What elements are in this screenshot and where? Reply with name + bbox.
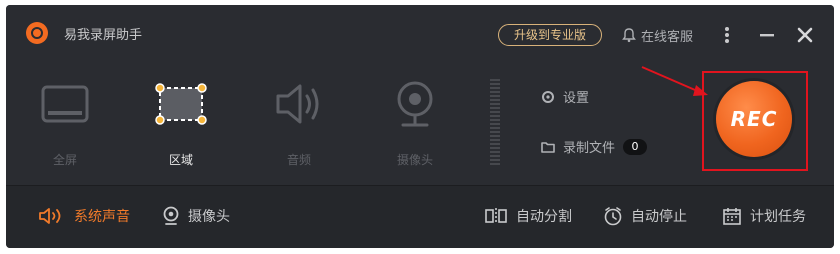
- app-logo-icon: [26, 22, 48, 44]
- app-title: 易我录屏助手: [64, 28, 143, 43]
- more-icon[interactable]: [720, 25, 734, 45]
- settings-label: 设置: [563, 91, 590, 106]
- folder-icon: [541, 141, 555, 153]
- recordings-label: 录制文件: [563, 141, 616, 156]
- auto-stop-label: 自动停止: [631, 209, 687, 225]
- audio-level-meter: [490, 79, 500, 165]
- recordings-button[interactable]: 录制文件 0: [541, 137, 648, 156]
- auto-split-button[interactable]: 自动分割: [484, 206, 572, 226]
- main-panel: 全屏 区域 音频 摄像头 设置 录制文件 0 REC: [6, 57, 834, 185]
- bottom-bar: 系统声音 摄像头 自动分割 自动停止 计划任务: [6, 185, 834, 248]
- settings-button[interactable]: 设置: [541, 87, 589, 106]
- speaker-icon: [39, 208, 61, 224]
- calendar-icon: [723, 208, 741, 225]
- region-select-icon: [155, 83, 207, 125]
- mode-fullscreen-label: 全屏: [52, 153, 77, 167]
- mode-webcam[interactable]: 摄像头: [370, 73, 460, 168]
- mode-webcam-label: 摄像头: [396, 153, 433, 167]
- bell-icon: [622, 28, 636, 43]
- gear-icon: [542, 90, 554, 103]
- upgrade-button[interactable]: 升级到专业版: [498, 24, 602, 46]
- schedule-label: 计划任务: [750, 209, 806, 225]
- online-support-button[interactable]: 在线客服: [621, 24, 693, 46]
- mode-region[interactable]: 区域: [136, 73, 226, 168]
- webcam-label: 摄像头: [188, 209, 230, 225]
- speaker-icon: [276, 84, 319, 124]
- mode-audio-label: 音频: [286, 153, 311, 167]
- auto-split-label: 自动分割: [516, 209, 572, 225]
- clock-icon: [604, 207, 622, 226]
- recordings-count-badge: 0: [623, 138, 648, 155]
- online-support-label: 在线客服: [641, 29, 694, 45]
- split-icon: [485, 208, 507, 224]
- minimize-icon[interactable]: [758, 25, 776, 45]
- system-sound-toggle[interactable]: 系统声音: [38, 206, 130, 226]
- close-icon[interactable]: [796, 25, 814, 45]
- title-bar: 易我录屏助手 升级到专业版 在线客服: [6, 5, 834, 57]
- mode-audio[interactable]: 音频: [254, 73, 344, 168]
- auto-stop-button[interactable]: 自动停止: [603, 206, 687, 226]
- mode-fullscreen[interactable]: 全屏: [20, 73, 110, 168]
- webcam-icon: [163, 206, 179, 225]
- webcam-icon: [397, 81, 433, 127]
- record-button[interactable]: REC: [716, 81, 792, 157]
- webcam-toggle[interactable]: 摄像头: [162, 206, 230, 226]
- system-sound-label: 系统声音: [74, 209, 130, 225]
- mode-region-label: 区域: [168, 153, 193, 167]
- app-window: 易我录屏助手 升级到专业版 在线客服 全屏 区域 音频 摄像头 设置 录制文件 …: [6, 5, 834, 248]
- schedule-button[interactable]: 计划任务: [722, 206, 806, 226]
- monitor-icon: [41, 85, 89, 123]
